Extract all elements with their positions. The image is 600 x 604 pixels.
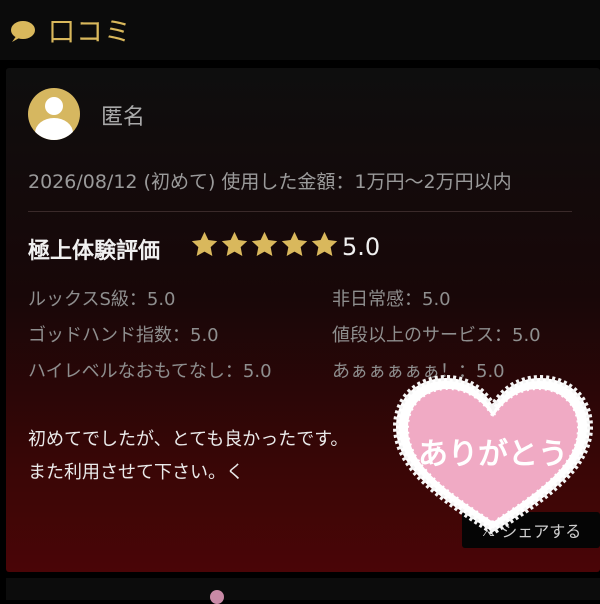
star-icon bbox=[221, 231, 248, 256]
thank-you-heart-sticker: ありがとう bbox=[392, 374, 594, 536]
criterion-looks: ルックスS級：5.0 bbox=[28, 289, 176, 310]
decorative-dot bbox=[210, 590, 224, 604]
rating-title: 極上体験評価 bbox=[28, 239, 161, 264]
criterion-god-hand: ゴッドハンド指数：5.0 bbox=[28, 325, 219, 346]
section-header: 口コミ bbox=[0, 0, 600, 60]
criterion-hospitality: ハイレベルなおもてなし：5.0 bbox=[28, 361, 272, 382]
next-card-edge bbox=[6, 578, 600, 600]
divider bbox=[28, 211, 572, 212]
criterion-service-value: 値段以上のサービス：5.0 bbox=[332, 325, 541, 346]
review-comment-line: また利用させて下さい。く bbox=[28, 462, 244, 483]
star-icon bbox=[311, 231, 338, 256]
star-icon bbox=[191, 231, 218, 256]
rating-score: 5.0 bbox=[342, 233, 381, 261]
reviewer-name: 匿名 bbox=[101, 105, 146, 130]
star-icon bbox=[251, 231, 278, 256]
star-icon bbox=[281, 231, 308, 256]
star-rating bbox=[190, 230, 340, 260]
criterion-extraordinary: 非日常感：5.0 bbox=[332, 289, 451, 310]
speech-bubble-icon bbox=[11, 21, 35, 42]
sticker-text: ありがとう bbox=[418, 437, 568, 472]
review-meta: 2026/08/12 (初めて) 使用した金額：1万円〜2万円以内 bbox=[28, 171, 512, 193]
avatar-icon bbox=[28, 88, 80, 140]
review-comment-line: 初めてでしたが、とても良かったです。 bbox=[28, 429, 349, 450]
section-title: 口コミ bbox=[48, 17, 132, 48]
